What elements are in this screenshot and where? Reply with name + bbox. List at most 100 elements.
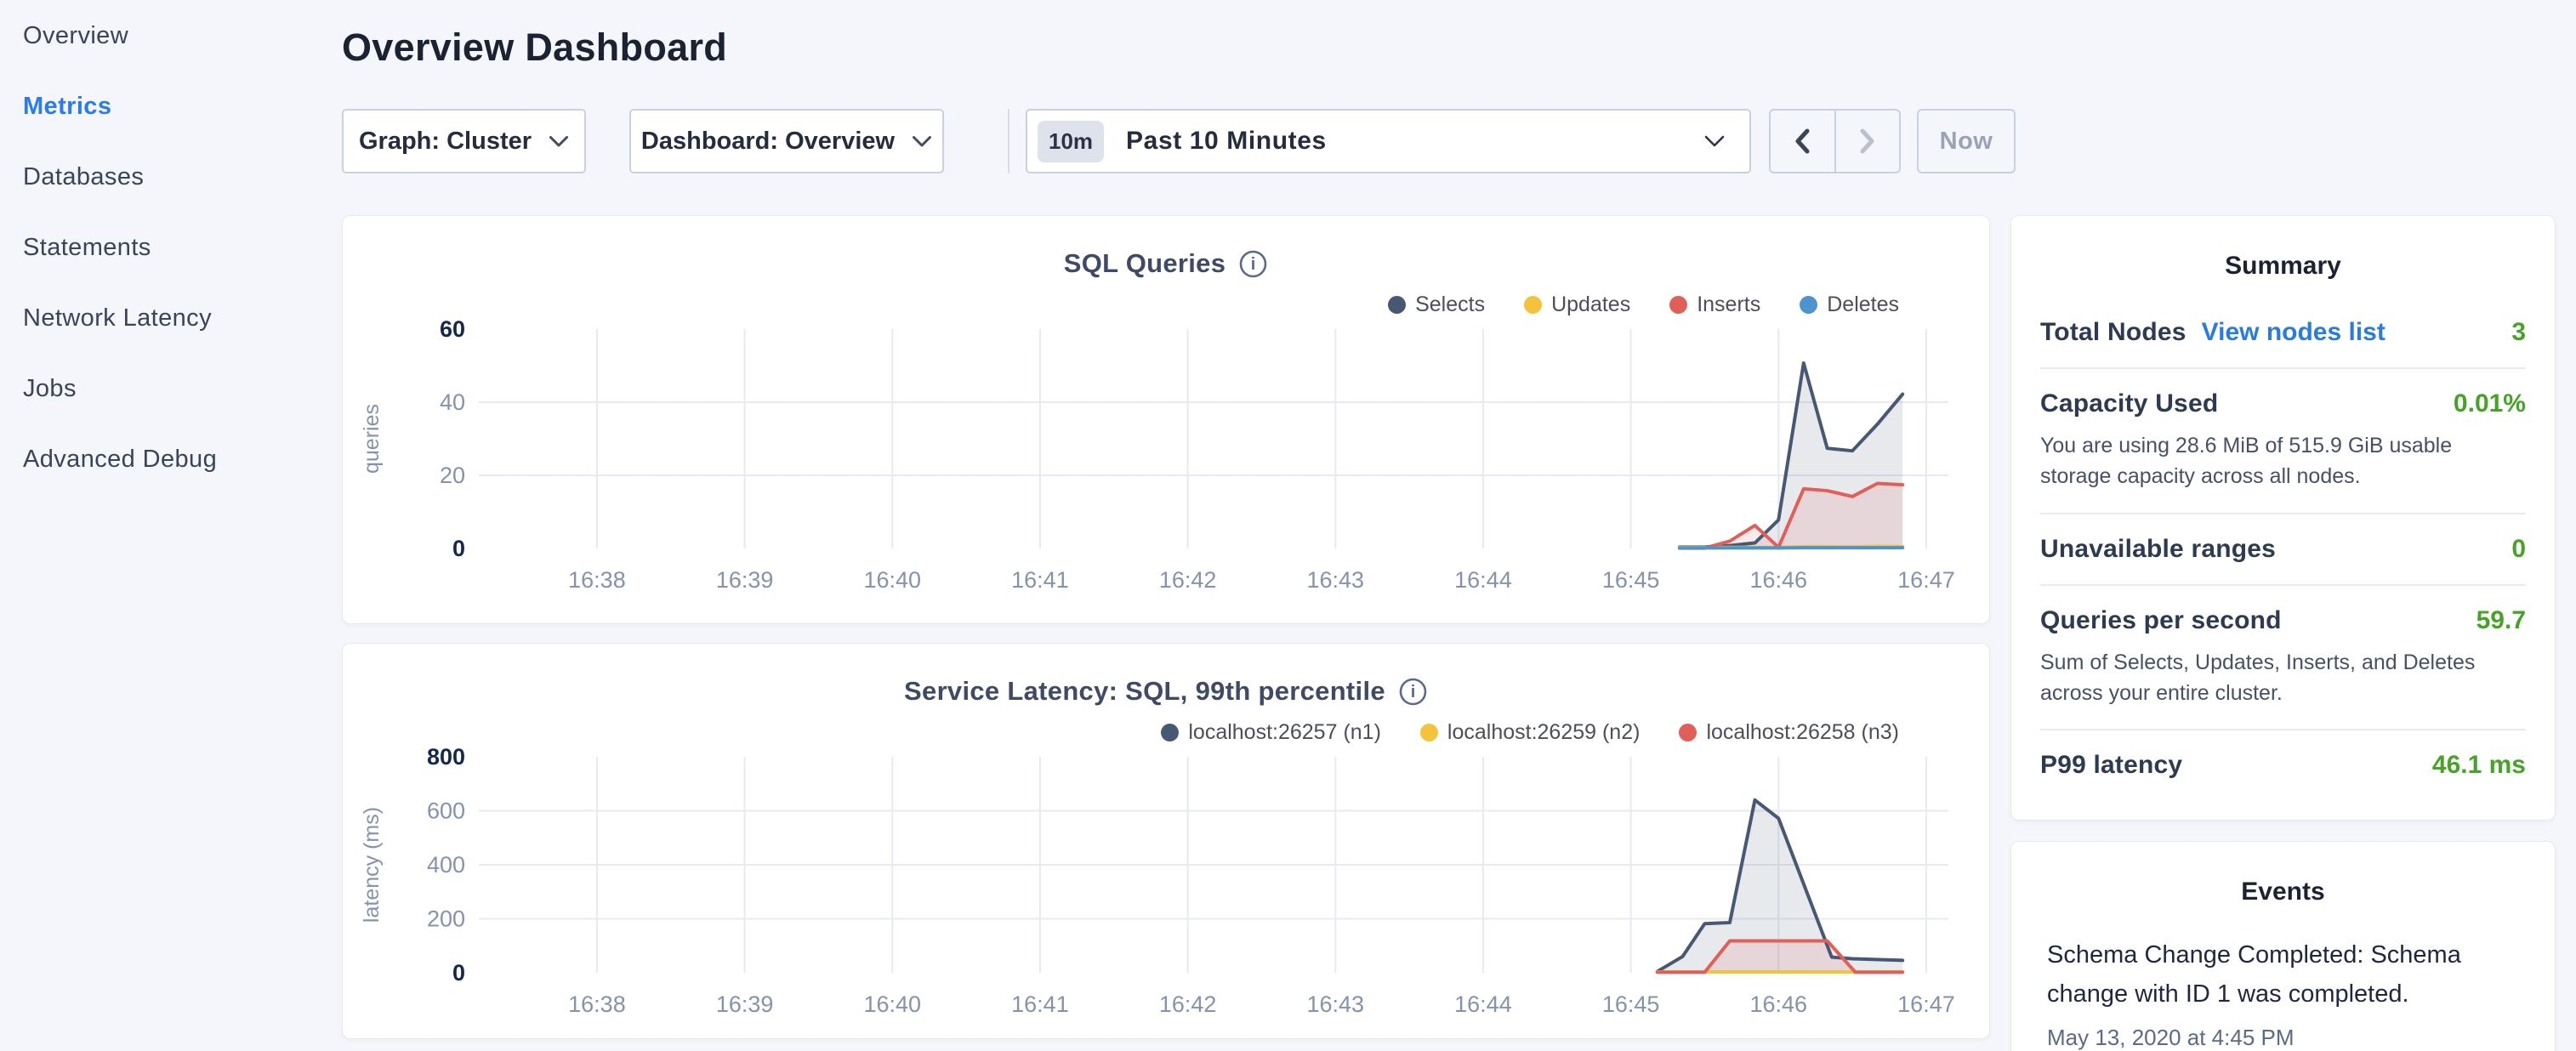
legend-dot (1420, 724, 1438, 741)
summary-row-label: Total Nodes (2040, 318, 2186, 347)
sidebar: Overview Metrics Databases Statements Ne… (0, 0, 342, 516)
legend-item[interactable]: localhost:26257 (n1) (1161, 720, 1381, 745)
chart-svg: 16:3816:3916:4016:4116:4216:4316:4416:45… (343, 317, 1991, 616)
chevron-left-icon (1793, 128, 1811, 155)
y-axis-tick-label: 60 (440, 317, 465, 342)
sidebar-item-jobs[interactable]: Jobs (23, 375, 342, 403)
x-axis-tick-label: 16:45 (1602, 991, 1660, 1017)
summary-row-label: Unavailable ranges (2040, 535, 2276, 564)
time-forward-button[interactable] (1836, 111, 1900, 172)
y-axis-label: latency (ms) (360, 807, 384, 923)
chart-title-row: Service Latency: SQL, 99th percentile i (343, 676, 1989, 707)
x-axis-tick-label: 16:40 (863, 991, 921, 1017)
chevron-down-icon (912, 135, 932, 148)
summary-row-value: 59.7 (2476, 606, 2526, 635)
summary-panel: Summary Total Nodes View nodes list 3 Ca… (2010, 215, 2556, 821)
summary-title: Summary (2040, 216, 2526, 298)
y-axis-tick-label: 600 (427, 798, 465, 824)
chart-title: SQL Queries (1064, 248, 1226, 279)
legend-label: localhost:26258 (n3) (1706, 720, 1899, 745)
legend-item[interactable]: Deletes (1800, 293, 1899, 317)
sql-queries-chart[interactable]: 16:3816:3916:4016:4116:4216:4316:4416:45… (343, 317, 1989, 616)
legend-label: localhost:26257 (n1) (1188, 720, 1381, 745)
legend-item[interactable]: localhost:26258 (n3) (1679, 720, 1899, 745)
x-axis-tick-label: 16:46 (1749, 991, 1807, 1017)
y-axis-tick-label: 20 (440, 463, 465, 488)
chevron-down-icon (1703, 134, 1726, 148)
right-sidebar: Summary Total Nodes View nodes list 3 Ca… (2010, 215, 2556, 1051)
legend-label: Selects (1415, 293, 1485, 317)
sidebar-item-databases[interactable]: Databases (23, 163, 342, 191)
legend-item[interactable]: Updates (1524, 293, 1630, 317)
x-axis-tick-label: 16:44 (1454, 991, 1512, 1017)
summary-row-label: Queries per second (2040, 606, 2282, 635)
sidebar-item-overview[interactable]: Overview (23, 22, 342, 50)
sidebar-item-network-latency[interactable]: Network Latency (23, 304, 342, 332)
y-axis-tick-label: 40 (440, 389, 465, 415)
event-item[interactable]: Schema Change Completed: Schema change w… (2047, 935, 2519, 1051)
now-button[interactable]: Now (1917, 109, 2016, 173)
x-axis-tick-label: 16:40 (863, 567, 921, 593)
time-back-button[interactable] (1771, 111, 1836, 172)
x-axis-tick-label: 16:39 (716, 991, 774, 1017)
x-axis-tick-label: 16:43 (1306, 991, 1364, 1017)
legend-dot (1388, 296, 1406, 314)
legend-dot (1800, 296, 1817, 314)
chevron-down-icon (549, 135, 569, 148)
summary-row-subtext: You are using 28.6 MiB of 515.9 GiB usab… (2040, 430, 2526, 492)
sidebar-item-advanced-debug[interactable]: Advanced Debug (23, 446, 342, 474)
sql-queries-panel: SQL Queries i Selects Updates Inserts Delet… (342, 215, 1990, 624)
dashboard-dropdown[interactable]: Dashboard: Overview (629, 109, 944, 173)
summary-row-value: 0.01% (2454, 389, 2526, 418)
service-latency-chart[interactable]: 16:3816:3916:4016:4116:4216:4316:4416:45… (343, 745, 1989, 1041)
x-axis-tick-label: 16:47 (1897, 991, 1955, 1017)
main-content: Overview Dashboard Graph: Cluster Dashbo… (342, 0, 1990, 1051)
x-axis-tick-label: 16:45 (1602, 567, 1660, 593)
x-axis-tick-label: 16:44 (1454, 567, 1512, 593)
svg-text:i: i (1411, 683, 1416, 702)
info-icon[interactable]: i (1238, 249, 1268, 279)
time-step-buttons (1769, 109, 1901, 173)
sidebar-item-metrics[interactable]: Metrics (23, 93, 342, 121)
y-axis-tick-label: 400 (427, 852, 465, 878)
summary-row-subtext: Sum of Selects, Updates, Inserts, and De… (2040, 647, 2526, 709)
chart-legend: localhost:26257 (n1) localhost:26259 (n2)… (343, 720, 1899, 745)
x-axis-tick-label: 16:38 (568, 991, 626, 1017)
chart-svg: 16:3816:3916:4016:4116:4216:4316:4416:45… (343, 745, 1991, 1041)
service-latency-panel: Service Latency: SQL, 99th percentile i … (342, 643, 1990, 1039)
summary-row-total-nodes: Total Nodes View nodes list 3 (2040, 298, 2526, 367)
y-axis-tick-label: 800 (427, 745, 465, 770)
summary-row-queries-per-second: Queries per second 59.7 Sum of Selects, … (2040, 584, 2526, 730)
legend-label: Inserts (1697, 293, 1760, 317)
legend-label: localhost:26259 (n2) (1447, 720, 1641, 745)
graph-dropdown-label: Graph: Cluster (359, 128, 532, 156)
summary-row-label: Capacity Used (2040, 389, 2218, 418)
page-title: Overview Dashboard (342, 26, 1990, 70)
x-axis-tick-label: 16:39 (716, 567, 774, 593)
x-axis-tick-label: 16:41 (1011, 991, 1069, 1017)
time-range-dropdown[interactable]: 10m Past 10 Minutes (1026, 109, 1751, 173)
controls-divider (1008, 109, 1009, 173)
view-nodes-link[interactable]: View nodes list (2202, 318, 2386, 347)
legend-item[interactable]: localhost:26259 (n2) (1420, 720, 1641, 745)
legend-item[interactable]: Selects (1388, 293, 1485, 317)
time-range-badge: 10m (1038, 121, 1104, 162)
legend-label: Updates (1551, 293, 1630, 317)
info-icon[interactable]: i (1398, 677, 1428, 707)
time-range-label: Past 10 Minutes (1126, 127, 1681, 156)
sidebar-item-statements[interactable]: Statements (23, 234, 342, 262)
summary-row-value: 0 (2511, 535, 2526, 564)
chart-legend: Selects Updates Inserts Deletes (343, 293, 1899, 317)
graph-dropdown[interactable]: Graph: Cluster (342, 109, 586, 173)
chart-title: Service Latency: SQL, 99th percentile (904, 676, 1385, 707)
x-axis-tick-label: 16:43 (1306, 567, 1364, 593)
summary-row-label: P99 latency (2040, 751, 2182, 780)
legend-item[interactable]: Inserts (1669, 293, 1760, 317)
y-axis-tick-label: 200 (427, 906, 465, 932)
legend-label: Deletes (1827, 293, 1899, 317)
events-title: Events (2047, 842, 2519, 923)
x-axis-tick-label: 16:38 (568, 567, 626, 593)
legend-dot (1161, 724, 1179, 741)
dashboard-dropdown-label: Dashboard: Overview (641, 128, 895, 156)
event-timestamp: May 13, 2020 at 4:45 PM (2047, 1025, 2519, 1051)
